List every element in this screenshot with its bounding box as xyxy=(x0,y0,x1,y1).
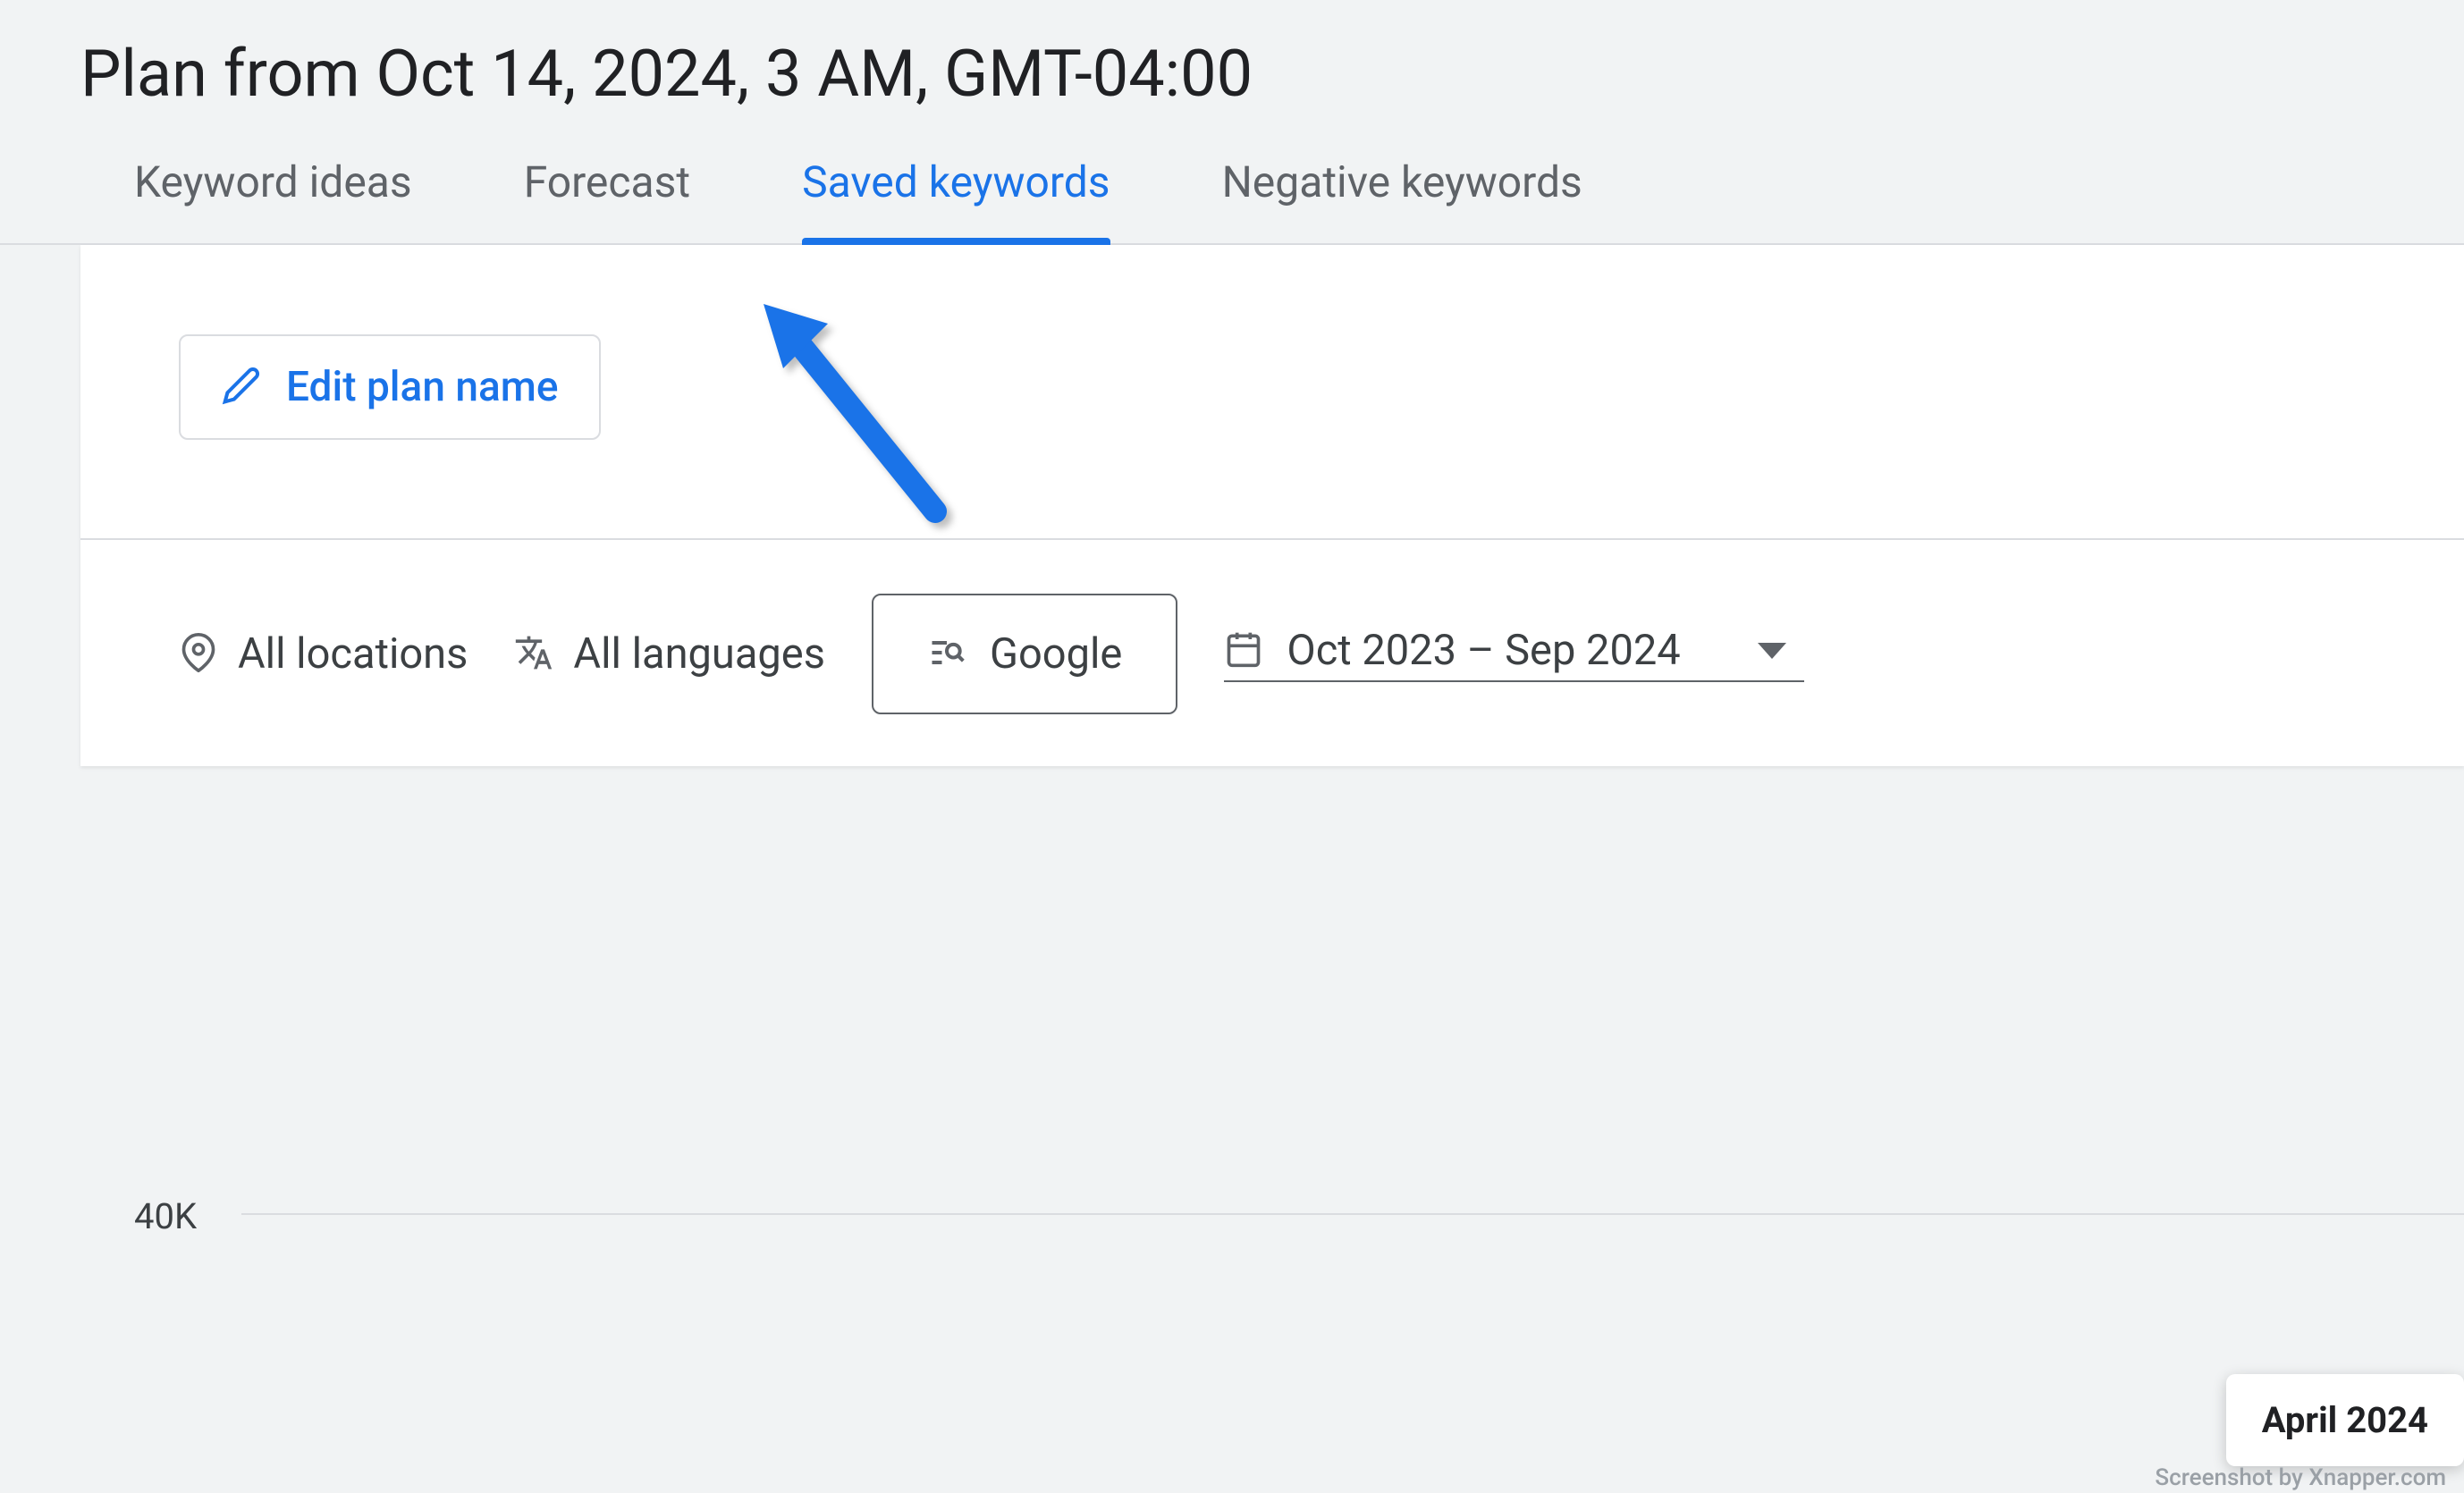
locations-text: All locations xyxy=(238,629,468,679)
filters-row: All locations All languages xyxy=(80,540,2464,766)
chevron-down-icon xyxy=(1758,643,1786,659)
network-text: Google xyxy=(990,629,1122,679)
tab-saved-keywords[interactable]: Saved keywords xyxy=(802,156,1110,243)
edit-plan-name-button[interactable]: Edit plan name xyxy=(179,334,601,440)
tabs-container: Keyword ideas Forecast Saved keywords Ne… xyxy=(0,156,2464,245)
edit-button-label: Edit plan name xyxy=(286,363,558,411)
chart-tooltip: April 2024 xyxy=(2226,1374,2464,1466)
tab-negative-keywords[interactable]: Negative keywords xyxy=(1222,156,1582,243)
network-filter[interactable]: Google xyxy=(872,594,1177,714)
tab-forecast[interactable]: Forecast xyxy=(524,156,690,243)
translate-icon xyxy=(514,633,553,676)
edit-section: Edit plan name xyxy=(80,245,2464,540)
page-title: Plan from Oct 14, 2024, 3 AM, GMT-04:00 xyxy=(0,0,2464,156)
languages-filter[interactable]: All languages xyxy=(514,629,825,679)
chart-gridline xyxy=(241,1213,2464,1215)
chart-area: 40K xyxy=(0,766,2464,1195)
date-range-filter[interactable]: Oct 2023 – Sep 2024 xyxy=(1224,626,1803,682)
languages-text: All languages xyxy=(573,629,825,679)
calendar-icon xyxy=(1224,629,1263,672)
watermark: Screenshot by Xnapper.com xyxy=(2155,1464,2446,1491)
y-axis-tick-40k: 40K xyxy=(134,1195,197,1237)
search-list-icon xyxy=(927,633,966,676)
pencil-icon xyxy=(222,366,261,409)
locations-filter[interactable]: All locations xyxy=(179,629,468,679)
date-range-text: Oct 2023 – Sep 2024 xyxy=(1287,626,1680,675)
location-pin-icon xyxy=(179,633,218,676)
tab-keyword-ideas[interactable]: Keyword ideas xyxy=(134,156,412,243)
content-card: Edit plan name All locations All languag… xyxy=(80,245,2464,766)
